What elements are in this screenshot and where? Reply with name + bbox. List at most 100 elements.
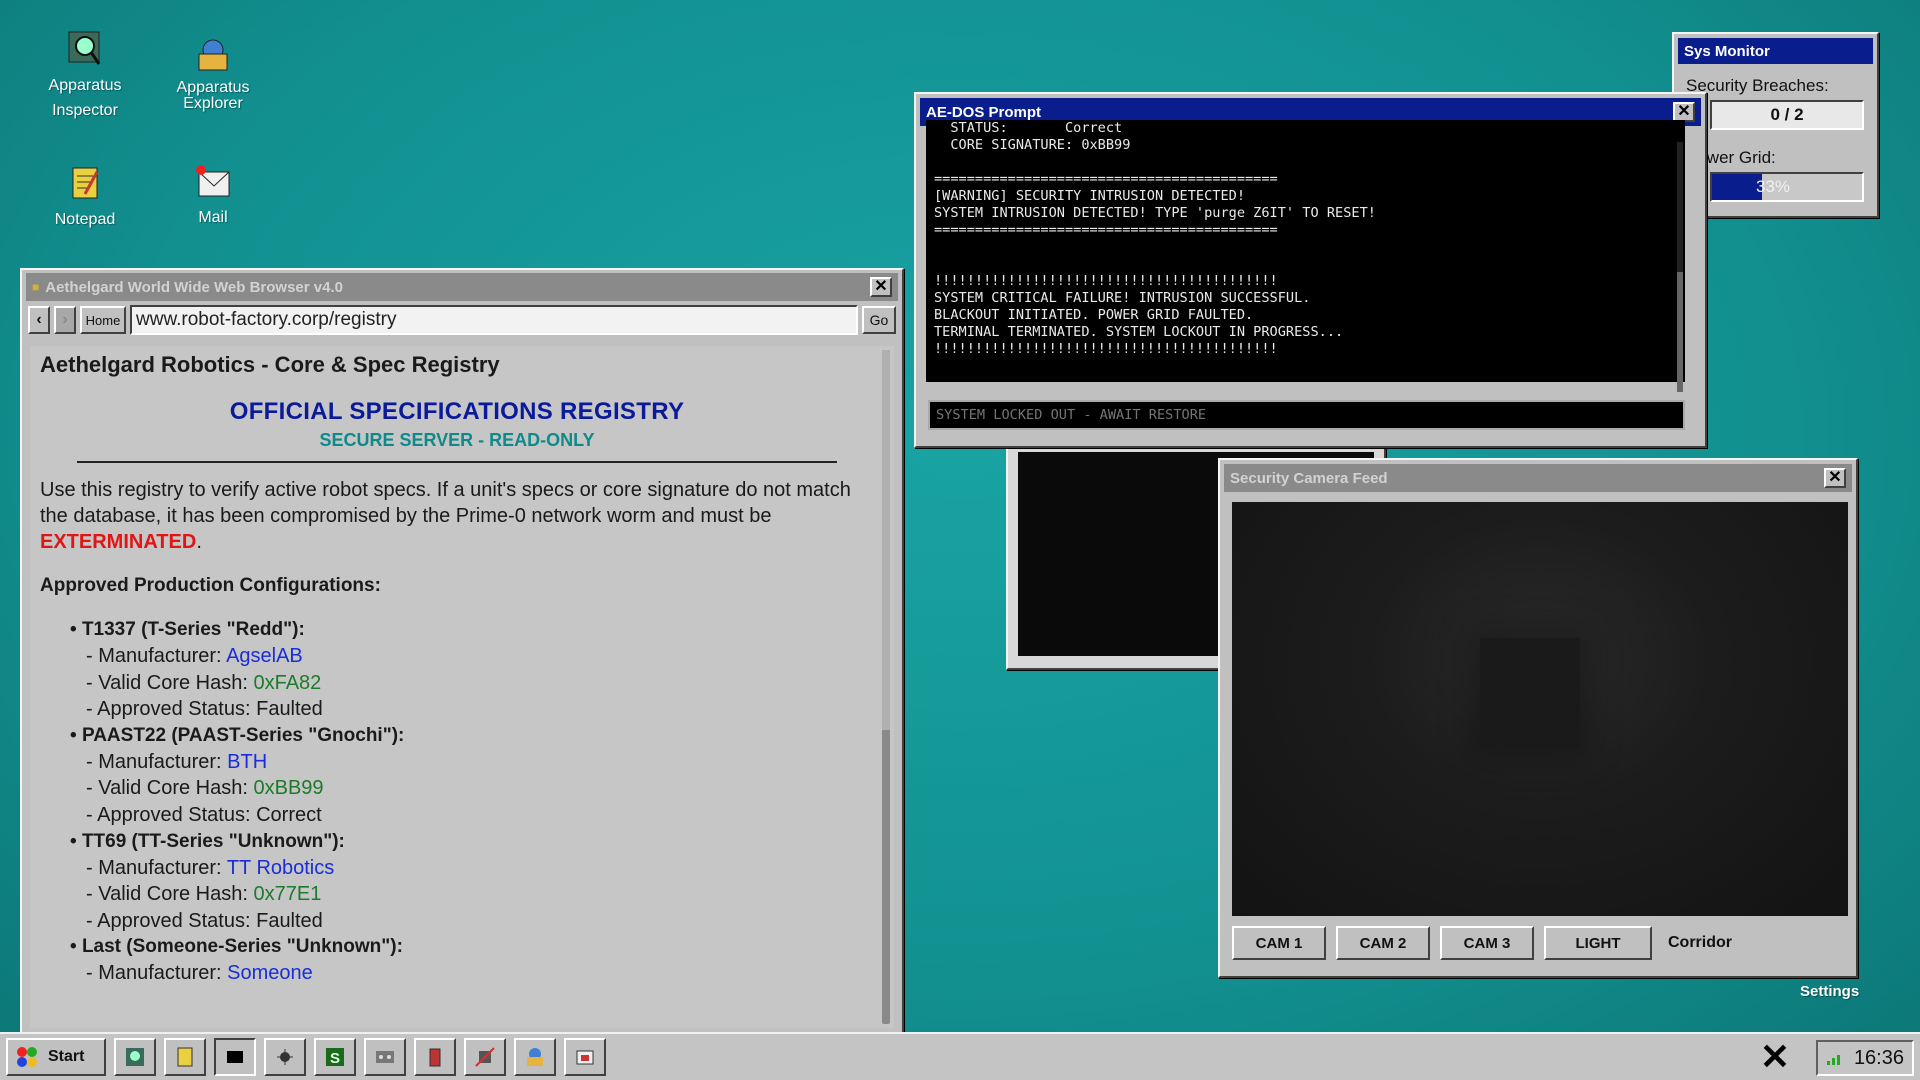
unit-hash: - Valid Core Hash: 0x77E1 — [86, 881, 874, 908]
terminal-line: ========================================… — [934, 222, 1278, 238]
desktop-icon-mail[interactable]: Mail — [158, 162, 268, 231]
taskbar: Start S ✕ 16:36 — [0, 1032, 1920, 1080]
intro-text: Use this registry to verify active robot… — [40, 479, 851, 527]
unit-manufacturer: - Manufacturer: AgselAB — [86, 643, 874, 670]
unit-manufacturer: - Manufacturer: Someone — [86, 960, 874, 987]
desktop-icon-label: Mail — [198, 209, 228, 226]
browser-app-icon: ■ — [32, 280, 40, 294]
go-button[interactable]: Go — [862, 306, 896, 334]
taskbar-terminal[interactable] — [214, 1038, 256, 1076]
cassette-icon — [376, 1051, 394, 1063]
close-icon: ✕ — [874, 278, 888, 295]
registry-heading: OFFICIAL SPECIFICATIONS REGISTRY — [229, 398, 685, 425]
chip-icon — [475, 1047, 495, 1067]
power-grid-fill — [1712, 174, 1762, 200]
url-input[interactable] — [130, 305, 858, 335]
close-button[interactable]: ✕ — [1824, 468, 1846, 488]
hash-label: - Valid Core Hash: — [86, 777, 254, 800]
notepad-icon — [177, 1047, 193, 1067]
unit-hash: - Valid Core Hash: 0xFA82 — [86, 670, 874, 697]
browser-scrollbar[interactable] — [882, 350, 890, 1024]
notepad-icon — [65, 164, 105, 204]
settings-link[interactable]: Settings — [1800, 983, 1859, 1000]
clock: 16:36 — [1853, 1046, 1904, 1069]
terminal-line: ========================================… — [934, 171, 1278, 187]
manufacturer-label: - Manufacturer: — [86, 856, 227, 879]
desktop-icon-label: Apparatus Inspector — [48, 77, 122, 119]
s-icon: S — [326, 1048, 344, 1067]
hash-value: 0x77E1 — [253, 883, 322, 906]
taskbar-inspector[interactable] — [114, 1038, 156, 1076]
unit-status: - Approved Status: Faulted — [86, 909, 323, 932]
camera-view — [1232, 502, 1848, 916]
svg-text:S: S — [330, 1050, 340, 1067]
terminal-line: [WARNING] SECURITY INTRUSION DETECTED! — [934, 188, 1245, 204]
terminal-window: AE-DOS Prompt ✕ STATUS: Correct CORE SIG… — [914, 92, 1707, 448]
unit-status: - Approved Status: Faulted — [86, 698, 323, 721]
cam2-button[interactable]: CAM 2 — [1336, 926, 1430, 960]
sys-monitor-titlebar[interactable]: Sys Monitor — [1678, 38, 1873, 64]
forward-button[interactable]: › — [54, 306, 76, 334]
browser-window: ■ Aethelgard World Wide Web Browser v4.0… — [20, 268, 904, 1034]
taskbar-explorer[interactable] — [514, 1038, 556, 1076]
taskbar-cassette[interactable] — [364, 1038, 406, 1076]
desktop-icon-apparatus-explorer[interactable]: Apparatus Explorer — [158, 36, 268, 112]
manufacturer-label: - Manufacturer: — [86, 645, 227, 667]
camera-window: Security Camera Feed ✕ CAM 1 CAM 2 CAM 3… — [1218, 458, 1858, 978]
magnifier-icon — [65, 30, 105, 70]
back-button[interactable]: ‹ — [28, 306, 50, 334]
close-button[interactable]: ✕ — [870, 277, 892, 297]
taskbar-battery[interactable] — [414, 1038, 456, 1076]
scroll-thumb[interactable] — [1677, 272, 1683, 392]
manufacturer-link[interactable]: TT Robotics — [227, 857, 334, 879]
desktop-icon-label: Apparatus Explorer — [176, 79, 250, 112]
home-button[interactable]: Home — [80, 306, 126, 334]
browser-titlebar[interactable]: ■ Aethelgard World Wide Web Browser v4.0… — [26, 273, 898, 301]
unit-name: PAAST22 (PAAST-Series "Gnochi"): — [70, 723, 874, 749]
cam1-button[interactable]: CAM 1 — [1232, 926, 1326, 960]
light-button[interactable]: LIGHT — [1544, 926, 1652, 960]
close-button[interactable]: ✕ — [1673, 102, 1695, 122]
corridor-doorway — [1480, 638, 1580, 748]
manufacturer-link[interactable]: Someone — [227, 962, 313, 984]
unit-status: - Approved Status: Correct — [86, 803, 322, 826]
manufacturer-label: - Manufacturer: — [86, 962, 228, 985]
intro-end: . — [196, 531, 202, 553]
taskbar-mail[interactable] — [564, 1038, 606, 1076]
camera-titlebar[interactable]: Security Camera Feed ✕ — [1224, 464, 1852, 492]
taskbar-bug[interactable] — [264, 1038, 306, 1076]
window-title: Security Camera Feed — [1230, 469, 1388, 487]
hash-label: - Valid Core Hash: — [86, 883, 254, 906]
power-grid-bar: 33% — [1710, 172, 1864, 202]
registry-subheading: SECURE SERVER - READ-ONLY — [319, 430, 595, 450]
taskbar-notepad[interactable] — [164, 1038, 206, 1076]
bug-icon — [277, 1049, 293, 1065]
terminal-input[interactable] — [928, 400, 1685, 430]
intro-paragraph: Use this registry to verify active robot… — [40, 477, 874, 555]
security-breaches-label: Security Breaches: — [1686, 76, 1829, 95]
window-title: AE-DOS Prompt — [926, 103, 1042, 121]
start-button[interactable]: Start — [6, 1038, 106, 1076]
taskbar-s-app[interactable]: S — [314, 1038, 356, 1076]
desktop-icon-apparatus-inspector[interactable]: Apparatus Inspector — [30, 30, 140, 124]
camera-location: Corridor — [1668, 934, 1732, 951]
taskbar-chip[interactable] — [464, 1038, 506, 1076]
unit-entry: PAAST22 (PAAST-Series "Gnochi"): - Manuf… — [40, 723, 874, 829]
cam3-button[interactable]: CAM 3 — [1440, 926, 1534, 960]
terminal-line: STATUS: Correct — [934, 120, 1123, 136]
desktop-icon-notepad[interactable]: Notepad — [30, 164, 140, 233]
close-x-icon[interactable]: ✕ — [1760, 1039, 1790, 1075]
camera-controls: CAM 1 CAM 2 CAM 3 LIGHT Corridor — [1232, 926, 1732, 960]
terminal-scrollbar[interactable] — [1677, 142, 1683, 392]
scroll-thumb[interactable] — [882, 350, 890, 730]
start-label: Start — [48, 1048, 85, 1065]
terminal-line: CORE SIGNATURE: 0xBB99 — [934, 137, 1131, 153]
manufacturer-link[interactable]: BTH — [227, 751, 267, 773]
unit-manufacturer: - Manufacturer: TT Robotics — [86, 855, 874, 882]
signal-icon — [1826, 1055, 1840, 1065]
manufacturer-link[interactable]: AgselAB — [226, 645, 303, 667]
terminal-icon — [227, 1051, 243, 1063]
unit-manufacturer: - Manufacturer: BTH — [86, 749, 874, 776]
